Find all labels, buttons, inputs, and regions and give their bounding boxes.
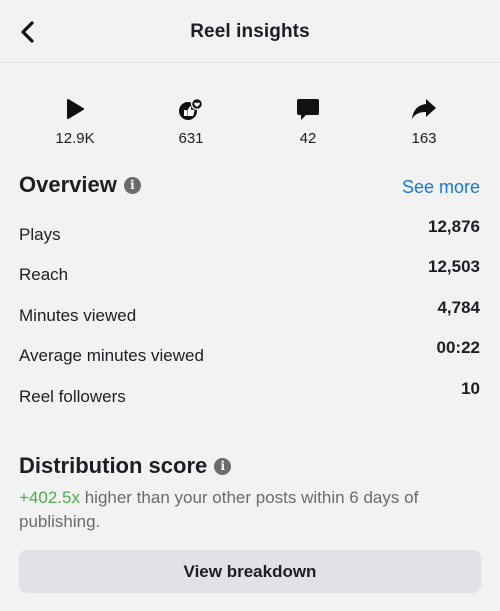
view-breakdown-button[interactable]: View breakdown — [19, 550, 481, 593]
stat-plays: 12.9K — [30, 92, 120, 147]
metric-label: Reach — [19, 265, 69, 284]
metric-row-average-minutes-viewed: Average minutes viewed 00:22 — [19, 338, 480, 368]
overview-title: Overview — [19, 172, 117, 197]
stat-value: 631 — [178, 130, 204, 147]
distribution-heading: Distribution score i — [19, 453, 232, 479]
distribution-description: +402.5x higher than your other posts wit… — [19, 486, 484, 534]
stat-value: 163 — [411, 130, 437, 147]
comment-icon — [263, 92, 353, 126]
distribution-score-value: +402.5x — [19, 488, 80, 507]
metric-value: 12,503 — [428, 257, 480, 276]
metric-value: 00:22 — [436, 338, 480, 357]
stat-value: 42 — [299, 130, 317, 147]
play-icon — [30, 92, 120, 126]
stat-comments: 42 — [263, 92, 353, 147]
page-title: Reel insights — [190, 21, 310, 42]
metric-value: 10 — [461, 379, 480, 398]
stat-shares: 163 — [379, 92, 469, 147]
overview-heading: Overview i — [19, 172, 141, 198]
stat-value: 12.9K — [55, 130, 95, 147]
stats-row: 12.9K 631 42 163 — [0, 92, 500, 154]
like-heart-reaction-icon — [146, 92, 236, 126]
header: Reel insights — [0, 0, 500, 63]
metric-value: 4,784 — [437, 298, 480, 317]
info-icon[interactable]: i — [214, 457, 232, 475]
metric-label: Average minutes viewed — [19, 346, 204, 365]
info-icon[interactable]: i — [123, 176, 141, 194]
metric-value: 12,876 — [428, 217, 480, 236]
metric-row-reach: Reach 12,503 — [19, 257, 480, 287]
metric-row-minutes-viewed: Minutes viewed 4,784 — [19, 298, 480, 328]
share-icon — [379, 92, 469, 126]
metric-label: Plays — [19, 225, 61, 244]
see-more-link[interactable]: See more — [402, 177, 480, 198]
metric-label: Reel followers — [19, 387, 126, 406]
stat-reactions: 631 — [146, 92, 236, 147]
distribution-title: Distribution score — [19, 453, 208, 478]
metric-label: Minutes viewed — [19, 306, 137, 325]
metric-row-reel-followers: Reel followers 10 — [19, 379, 480, 409]
metric-row-plays: Plays 12,876 — [19, 217, 480, 247]
